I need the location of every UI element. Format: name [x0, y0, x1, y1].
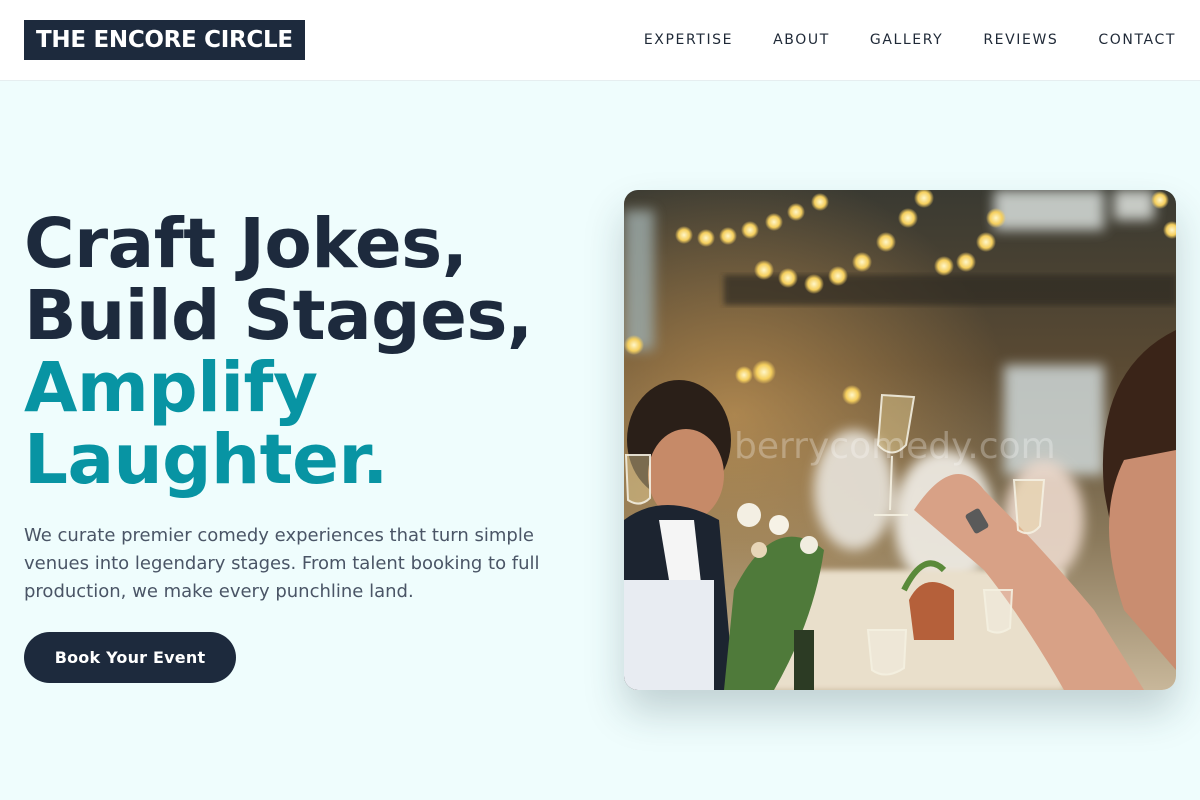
nav-link-contact[interactable]: CONTACT	[1098, 32, 1176, 48]
hero-title-line-3: Amplify	[24, 348, 318, 428]
hero-title-line-1: Craft Jokes,	[24, 204, 468, 284]
nav-link-reviews[interactable]: REVIEWS	[983, 32, 1058, 48]
nav-link-about[interactable]: ABOUT	[773, 32, 830, 48]
photo-watermark: berrycomedy.com	[734, 426, 1056, 467]
book-event-button[interactable]: Book Your Event	[24, 632, 236, 683]
hero-title: Craft Jokes, Build Stages, Amplify Laugh…	[24, 208, 604, 496]
nav-link-gallery[interactable]: GALLERY	[870, 32, 943, 48]
main-nav: EXPERTISE ABOUT GALLERY REVIEWS CONTACT	[644, 0, 1176, 80]
hero-title-line-2: Build Stages,	[24, 276, 533, 356]
site-header: THE ENCORE CIRCLE EXPERTISE ABOUT GALLER…	[0, 0, 1200, 81]
hero-title-line-4: Laughter.	[24, 420, 388, 500]
nav-link-expertise[interactable]: EXPERTISE	[644, 32, 733, 48]
hero-photo: berrycomedy.com	[624, 190, 1176, 690]
hero-description: We curate premier comedy experiences tha…	[24, 525, 540, 602]
brand-logo[interactable]: THE ENCORE CIRCLE	[24, 20, 305, 60]
